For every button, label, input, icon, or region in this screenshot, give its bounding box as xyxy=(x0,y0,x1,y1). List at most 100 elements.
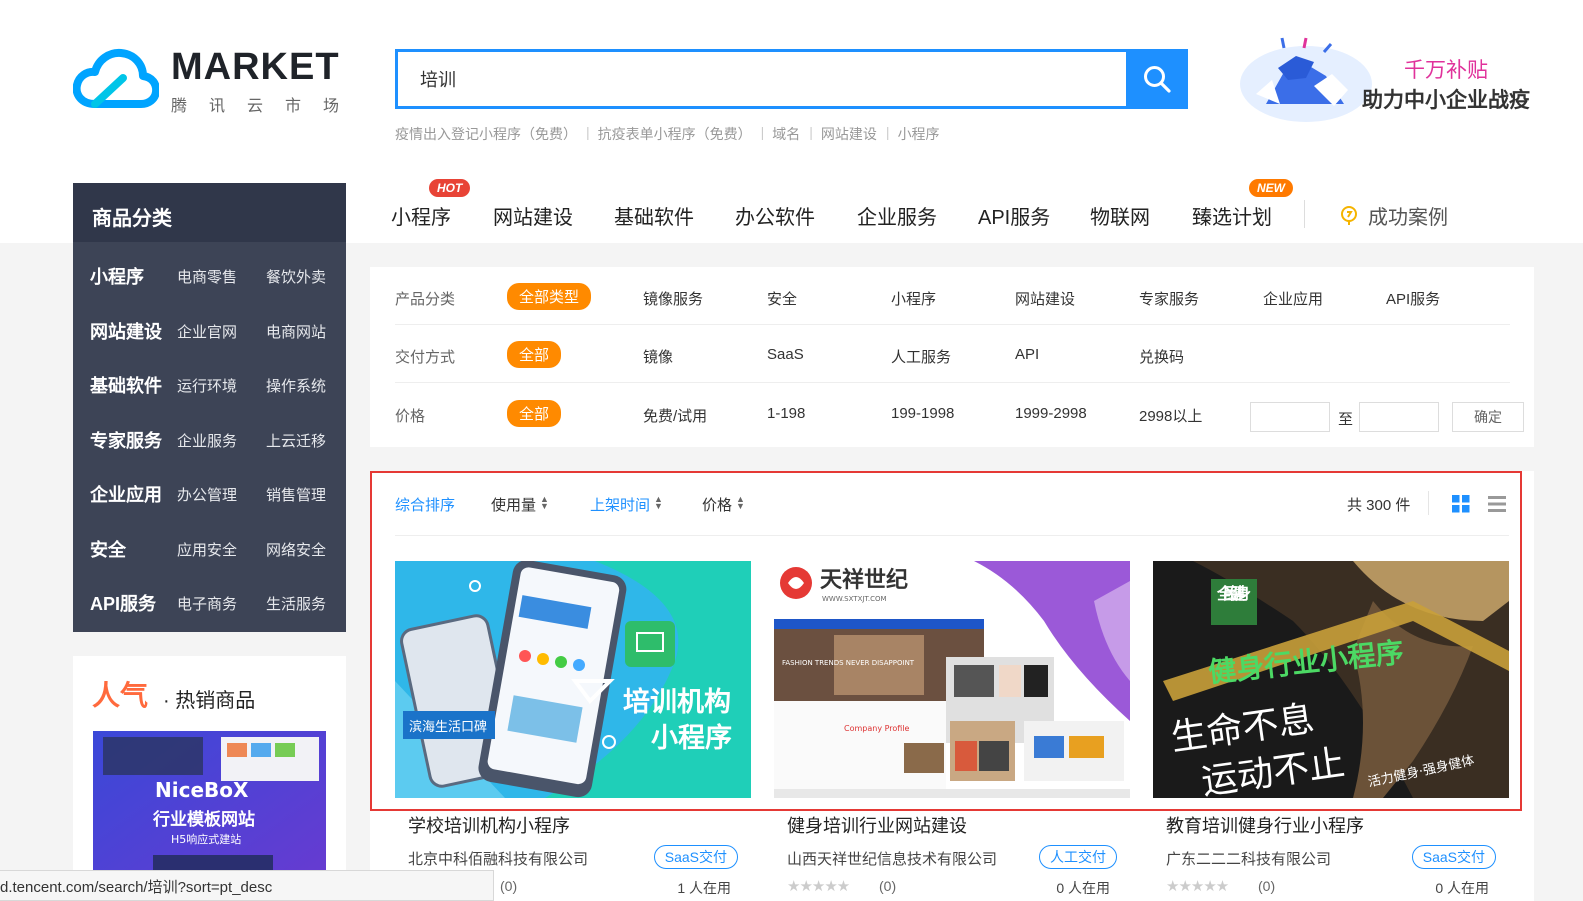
category-sub-link[interactable]: 电商网站 xyxy=(266,321,326,342)
divider xyxy=(395,535,1509,536)
product-title[interactable]: 健身培训行业网站建设 xyxy=(787,812,967,838)
sort-comprehensive[interactable]: 综合排序 xyxy=(395,494,455,515)
product-title[interactable]: 教育培训健身行业小程序 xyxy=(1166,812,1364,838)
filter-option[interactable]: 人工服务 xyxy=(891,346,951,367)
category-sub-link[interactable]: 餐饮外卖 xyxy=(266,266,326,287)
filter-option[interactable]: API xyxy=(1015,346,1039,363)
filter-option[interactable]: 小程序 xyxy=(891,288,936,309)
list-view-icon[interactable] xyxy=(1488,495,1506,513)
divider: | xyxy=(809,124,813,140)
hot-word-link[interactable]: 疫情出入登记小程序（免费） xyxy=(395,124,586,144)
image-url-text: WWW.SXTXJT.COM xyxy=(822,595,887,603)
product-company[interactable]: 广东二二二科技有限公司 xyxy=(1166,848,1331,869)
category-sub-link[interactable]: 企业官网 xyxy=(177,321,237,342)
filter-option[interactable]: 镜像 xyxy=(643,346,673,367)
nav-item-selection-plan[interactable]: 臻选计划 xyxy=(1192,201,1272,230)
price-max-input[interactable] xyxy=(1359,402,1439,432)
category-sub-link[interactable]: 网络安全 xyxy=(266,539,326,560)
category-sub-link[interactable]: 上云迁移 xyxy=(266,430,326,451)
handshake-illustration xyxy=(1240,37,1372,122)
product-card[interactable]: 滨海生活口碑 培训机构 小程序 学校培训机构小程序 北京中科佰融科技有限公司 S… xyxy=(395,561,751,901)
divider xyxy=(1428,491,1429,515)
market-logo[interactable]: MARKET 腾讯云市场 xyxy=(73,46,353,116)
result-count: 共 300 件 xyxy=(1347,497,1411,514)
price-confirm-button[interactable]: 确定 xyxy=(1452,402,1524,432)
category-main-link[interactable]: 安全 xyxy=(90,536,126,562)
filter-option-selected[interactable]: 全部 xyxy=(507,400,562,427)
category-sub-link[interactable]: 办公管理 xyxy=(177,484,237,505)
sort-usage[interactable]: 使用量 ▲ ▼ xyxy=(491,494,549,515)
category-sub-link[interactable]: 销售管理 xyxy=(266,484,326,505)
search-input[interactable] xyxy=(420,52,1120,106)
filter-option[interactable]: API服务 xyxy=(1386,288,1440,309)
category-main-link[interactable]: 专家服务 xyxy=(90,427,162,453)
sort-listing-time[interactable]: 上架时间 ▲ ▼ xyxy=(590,494,663,515)
filter-option[interactable]: 安全 xyxy=(767,288,797,309)
category-main-link[interactable]: 网站建设 xyxy=(90,318,162,344)
hot-badge: HOT xyxy=(429,179,471,197)
nav-item-basic-software[interactable]: 基础软件 xyxy=(614,201,694,230)
price-min-input[interactable] xyxy=(1250,402,1330,432)
category-sub-link[interactable]: 生活服务 xyxy=(266,593,326,614)
category-sub-link[interactable]: 操作系统 xyxy=(266,375,326,396)
category-row: 网站建设 企业官网 电商网站 xyxy=(73,297,346,351)
filter-option-selected[interactable]: 全部 xyxy=(507,341,562,368)
nav-item-success-cases[interactable]: 成功案例 xyxy=(1338,201,1448,230)
category-sub-link[interactable]: 应用安全 xyxy=(177,539,237,560)
filter-option[interactable]: 免费/试用 xyxy=(643,405,707,426)
rating-count: (0) xyxy=(879,878,897,894)
filter-option-selected[interactable]: 全部类型 xyxy=(507,283,592,310)
sort-arrows-icon: ▲ ▼ xyxy=(736,494,745,511)
filter-option[interactable]: 2998以上 xyxy=(1139,405,1202,426)
hot-search-words: 疫情出入登记小程序（免费） | 抗疫表单小程序（免费） | 域名 | 网站建设 | 小程… xyxy=(395,124,949,144)
filter-option[interactable]: 1999-2998 xyxy=(1015,405,1087,422)
filter-option[interactable]: 兑换码 xyxy=(1139,346,1184,367)
sort-usage-label: 使用量 xyxy=(491,497,537,514)
promo-banner[interactable]: 千万补贴 助力中小企业战疫 xyxy=(1236,34,1536,126)
filter-option[interactable]: 199-1998 xyxy=(891,405,954,422)
product-card[interactable]: 全民健身 健身行业小程序 生命不息 运动不止 活力健身·强身健体 教育培训健身行… xyxy=(1153,561,1509,901)
nav-item-api-service[interactable]: API服务 xyxy=(978,201,1050,230)
filter-option[interactable]: 1-198 xyxy=(767,405,805,422)
nav-item-enterprise-service[interactable]: 企业服务 xyxy=(857,201,937,230)
nav-item-website[interactable]: 网站建设 xyxy=(493,201,573,230)
filter-option[interactable]: 镜像服务 xyxy=(643,288,703,309)
usage-count: 1 人在用 xyxy=(677,880,731,896)
hot-word-link[interactable]: 域名 xyxy=(772,124,809,144)
usage-count: 0 人在用 xyxy=(1435,880,1489,896)
hot-word-link[interactable]: 小程序 xyxy=(898,124,949,144)
popular-title-accent: 人气 xyxy=(92,680,149,711)
filter-option[interactable]: 企业应用 xyxy=(1263,288,1323,309)
category-main-link[interactable]: 基础软件 xyxy=(90,372,162,398)
category-sub-link[interactable]: 企业服务 xyxy=(177,430,237,451)
hot-word-link[interactable]: 抗疫表单小程序（免费） xyxy=(598,124,761,144)
filter-option[interactable]: 网站建设 xyxy=(1015,288,1075,309)
product-title[interactable]: 学校培训机构小程序 xyxy=(408,812,570,838)
category-main-link[interactable]: API服务 xyxy=(90,590,156,616)
category-sub-link[interactable]: 电子商务 xyxy=(177,593,237,614)
product-image: 天祥世纪 WWW.SXTXJT.COM FASHION TRENDS NEVER… xyxy=(774,561,1130,798)
nav-divider xyxy=(1304,200,1305,228)
category-main-link[interactable]: 小程序 xyxy=(90,263,144,289)
sort-price[interactable]: 价格 ▲ ▼ xyxy=(702,494,745,515)
search-button[interactable] xyxy=(1126,49,1188,109)
delivery-tag: SaaS交付 xyxy=(1411,845,1496,869)
nav-item-miniprogram[interactable]: 小程序 xyxy=(391,201,451,230)
filter-option[interactable]: 专家服务 xyxy=(1139,288,1199,309)
category-main-link[interactable]: 企业应用 xyxy=(90,481,162,507)
usage-count: 0 人在用 xyxy=(1056,880,1110,896)
image-profile-text: Company Profile xyxy=(844,724,910,733)
product-card[interactable]: 天祥世纪 WWW.SXTXJT.COM FASHION TRENDS NEVER… xyxy=(774,561,1130,901)
product-company[interactable]: 山西天祥世纪信息技术有限公司 xyxy=(787,848,997,869)
image-badge-text: 滨海生活口碑 xyxy=(409,719,487,735)
product-company[interactable]: 北京中科佰融科技有限公司 xyxy=(408,848,588,869)
hot-word-link[interactable]: 网站建设 xyxy=(821,124,886,144)
nav-item-office-software[interactable]: 办公软件 xyxy=(735,201,815,230)
success-cases-label: 成功案例 xyxy=(1368,207,1448,229)
category-sub-link[interactable]: 运行环境 xyxy=(177,375,237,396)
grid-view-icon[interactable] xyxy=(1452,495,1470,513)
nav-item-iot[interactable]: 物联网 xyxy=(1090,201,1150,230)
filter-row-delivery: 交付方式 全部 镜像 SaaS 人工服务 API 兑换码 xyxy=(395,325,1510,383)
category-sub-link[interactable]: 电商零售 xyxy=(177,266,237,287)
filter-option[interactable]: SaaS xyxy=(767,346,804,363)
